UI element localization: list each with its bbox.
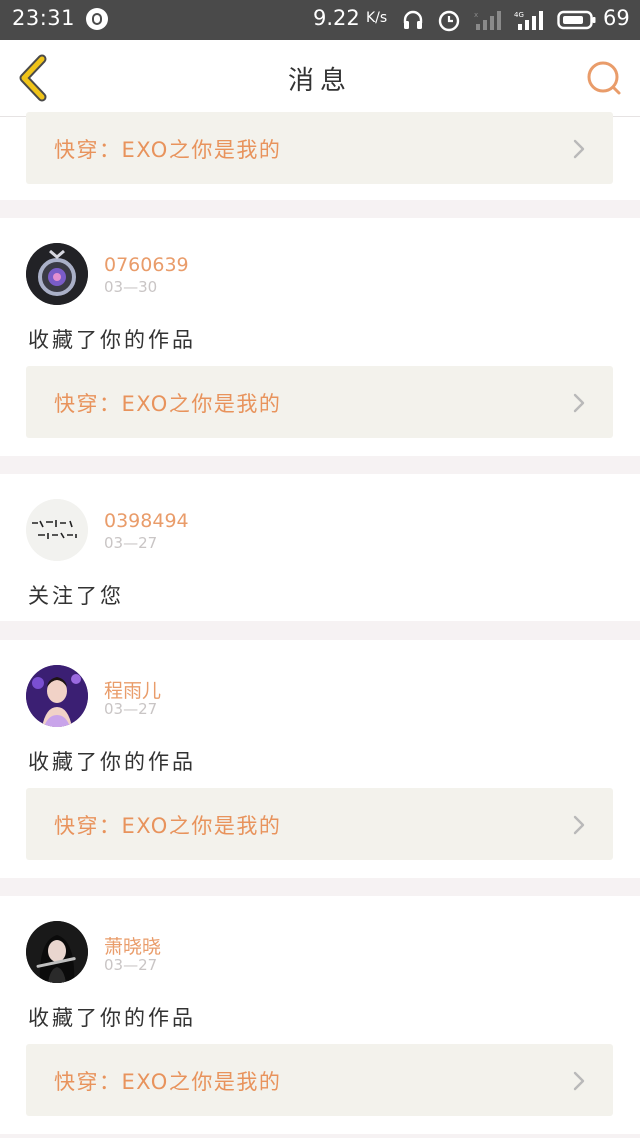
chevron-right-icon: [573, 393, 585, 413]
work-title: 快穿：EXO之你是我的: [54, 138, 282, 162]
user-name[interactable]: 0398494: [104, 510, 189, 532]
message-date: 03—27: [104, 534, 158, 552]
svg-text:x: x: [474, 11, 478, 19]
message-date: 03—27: [104, 956, 158, 974]
work-title: 快穿：EXO之你是我的: [54, 392, 282, 416]
network-speed: 9.22: [313, 6, 360, 30]
network-speed-unit: K/s: [366, 10, 388, 26]
message-card: 0398494 03—27 关注了您: [0, 474, 640, 621]
alarm-icon: [438, 10, 460, 32]
action-text: 关注了您: [28, 584, 124, 608]
avatar[interactable]: [26, 243, 88, 305]
message-card: 快穿：EXO之你是我的: [0, 112, 640, 200]
page-title: 消息: [287, 66, 352, 96]
message-date: 03—30: [104, 278, 158, 296]
message-date: 03—27: [104, 700, 158, 718]
work-link[interactable]: 快穿：EXO之你是我的: [26, 788, 613, 860]
chevron-right-icon: [573, 815, 585, 835]
battery-icon: [557, 10, 596, 30]
action-text: 收藏了你的作品: [28, 750, 196, 774]
work-link[interactable]: 快穿：EXO之你是我的: [26, 1044, 613, 1116]
action-text: 收藏了你的作品: [28, 328, 196, 352]
avatar[interactable]: [26, 921, 88, 983]
message-card: 程雨儿 03—27 收藏了你的作品 快穿：EXO之你是我的: [0, 640, 640, 878]
battery-level: 69: [603, 6, 630, 30]
avatar[interactable]: [26, 665, 88, 727]
chevron-right-icon: [573, 139, 585, 159]
chevron-right-icon: [573, 1071, 585, 1091]
4g-signal-icon: 4G: [514, 11, 543, 30]
app-icon: [86, 8, 108, 30]
work-title: 快穿：EXO之你是我的: [54, 814, 282, 838]
message-card: 0760639 03—30 收藏了你的作品 快穿：EXO之你是我的: [0, 218, 640, 456]
status-bar: 23:31 9.22 K/s x 4G 69: [0, 0, 640, 40]
status-time: 23:31: [12, 6, 76, 30]
work-title: 快穿：EXO之你是我的: [54, 1070, 282, 1094]
user-name[interactable]: 萧晓晓: [104, 932, 161, 959]
avatar[interactable]: [26, 499, 88, 561]
work-link[interactable]: 快穿：EXO之你是我的: [26, 366, 613, 438]
user-name[interactable]: 0760639: [104, 254, 189, 276]
message-card: 萧晓晓 03—27 收藏了你的作品 快穿：EXO之你是我的: [0, 896, 640, 1134]
work-link[interactable]: 快穿：EXO之你是我的: [26, 112, 613, 184]
user-name[interactable]: 程雨儿: [104, 676, 161, 703]
action-text: 收藏了你的作品: [28, 1006, 196, 1030]
headphone-icon: [403, 10, 423, 29]
search-icon[interactable]: [584, 58, 624, 98]
signal-icon: x: [474, 11, 501, 30]
svg-text:4G: 4G: [514, 11, 524, 19]
nav-bar: 消息: [0, 40, 640, 117]
